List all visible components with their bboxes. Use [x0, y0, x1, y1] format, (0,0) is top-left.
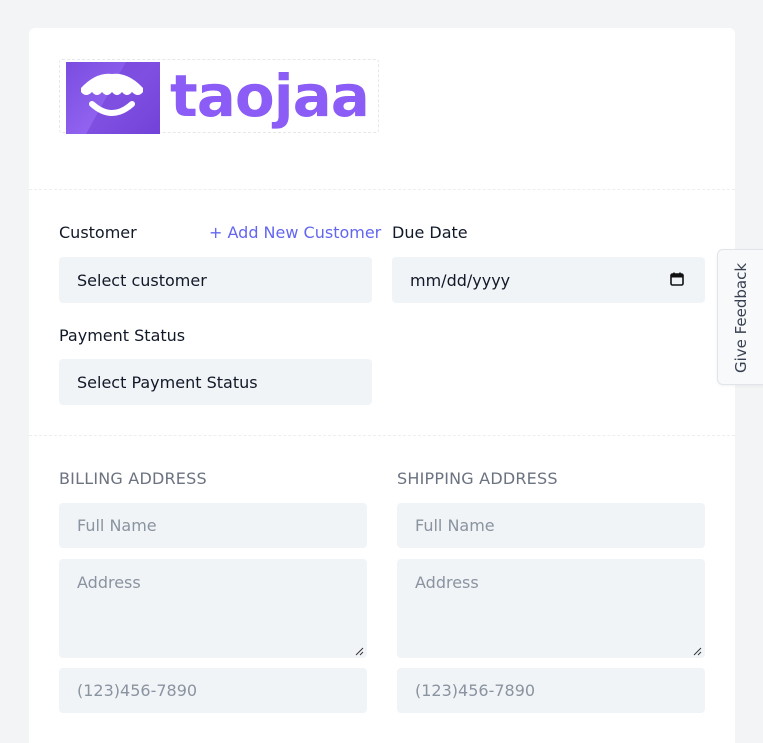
- due-date-input[interactable]: mm/dd/yyyy: [392, 257, 705, 303]
- awning-store-icon: [66, 62, 160, 134]
- give-feedback-label: Give Feedback: [732, 262, 750, 374]
- billing-phone-input[interactable]: (123)456-7890: [59, 668, 367, 713]
- brand-wordmark: taojaa: [170, 62, 370, 130]
- add-new-customer-link[interactable]: + Add New Customer: [209, 223, 381, 242]
- customer-label: Customer: [59, 223, 137, 242]
- shipping-address-placeholder: Address: [415, 573, 479, 592]
- form-divider: [29, 435, 735, 436]
- shipping-phone-input[interactable]: (123)456-7890: [397, 668, 705, 713]
- resize-handle-icon[interactable]: [692, 646, 702, 656]
- customer-select-value: Select customer: [77, 270, 207, 290]
- shipping-address-textarea[interactable]: Address: [397, 559, 705, 658]
- payment-status-value: Select Payment Status: [77, 372, 258, 392]
- calendar-icon[interactable]: [669, 271, 685, 287]
- due-date-placeholder: mm/dd/yyyy: [410, 270, 511, 290]
- shipping-full-name-placeholder: Full Name: [415, 516, 495, 535]
- customer-select[interactable]: Select customer: [59, 257, 372, 303]
- payment-status-label: Payment Status: [59, 326, 186, 345]
- resize-handle-icon[interactable]: [354, 646, 364, 656]
- billing-address-placeholder: Address: [77, 573, 141, 592]
- payment-status-select[interactable]: Select Payment Status: [59, 359, 372, 405]
- shipping-full-name-input[interactable]: Full Name: [397, 503, 705, 548]
- billing-address-heading: BILLING ADDRESS: [59, 469, 207, 488]
- billing-address-textarea[interactable]: Address: [59, 559, 367, 658]
- billing-phone-placeholder: (123)456-7890: [77, 681, 198, 700]
- billing-full-name-input[interactable]: Full Name: [59, 503, 367, 548]
- invoice-card: taojaa Customer + Add New Customer Selec…: [29, 28, 735, 743]
- logo-upload-area[interactable]: taojaa: [59, 59, 379, 134]
- billing-full-name-placeholder: Full Name: [77, 516, 157, 535]
- give-feedback-tab[interactable]: Give Feedback: [717, 249, 763, 385]
- header-divider: [29, 189, 735, 190]
- shipping-address-heading: SHIPPING ADDRESS: [397, 469, 558, 488]
- due-date-label: Due Date: [392, 223, 468, 242]
- shipping-phone-placeholder: (123)456-7890: [415, 681, 536, 700]
